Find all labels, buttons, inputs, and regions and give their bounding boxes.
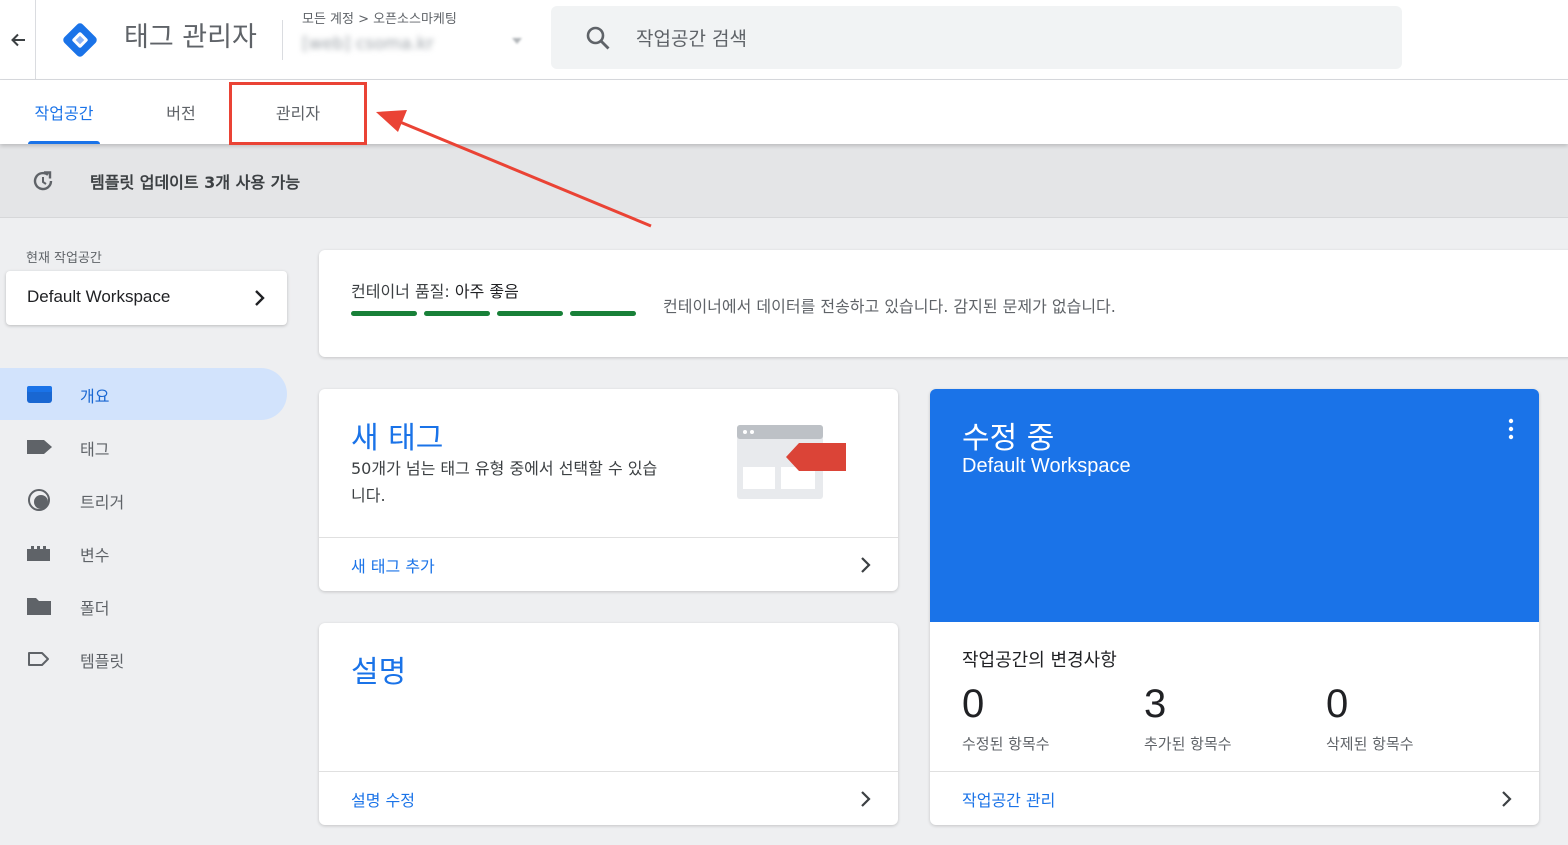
workspace-card-name: Default Workspace — [962, 455, 1131, 477]
stat-value: 0 — [962, 682, 985, 726]
workspace-changes-title: 작업공간의 변경사항 — [962, 650, 1117, 671]
sidebar-item-label: 개요 — [80, 387, 110, 406]
folder-icon — [27, 598, 51, 615]
quality-label: 컨테이너 품질: 아주 좋음 — [351, 278, 519, 302]
active-tab-indicator — [28, 141, 100, 144]
workspace-search[interactable]: 작업공간 검색 — [551, 6, 1402, 69]
workspace-card-title: 수정 중 — [962, 421, 1055, 456]
new-tag-illustration-icon — [737, 425, 846, 499]
sidebar-item-label: 태그 — [80, 440, 110, 459]
chevron-right-icon — [861, 557, 871, 573]
new-tag-card: 새 태그 50개가 넘는 태그 유형 중에서 선택할 수 있습니다. 새 태그 … — [319, 389, 898, 591]
description-card: 설명 설명 수정 — [319, 623, 898, 825]
quality-bar-segment — [570, 311, 636, 316]
tab-workspace[interactable]: 작업공간 — [28, 80, 100, 144]
chevron-right-icon — [1502, 791, 1512, 807]
quality-message: 컨테이너에서 데이터를 전송하고 있습니다. 감지된 문제가 없습니다. — [663, 297, 1116, 316]
sidebar-item-label: 트리거 — [80, 493, 125, 512]
current-workspace-label: 현재 작업공간 — [26, 251, 102, 266]
banner-text: 템플릿 업데이트 3개 사용 가능 — [90, 173, 301, 192]
container-quality-card: 컨테이너 품질: 아주 좋음 컨테이너에서 데이터를 전송하고 있습니다. 감지… — [319, 250, 1568, 357]
workspace-card-header: 수정 중 Default Workspace — [930, 389, 1539, 622]
chevron-right-icon — [255, 290, 265, 306]
stat-value: 0 — [1326, 682, 1349, 726]
container-selector[interactable]: [web] csoma.kr — [302, 34, 434, 54]
back-arrow-icon — [10, 33, 25, 47]
container-dropdown-caret-icon[interactable] — [512, 38, 522, 44]
header-divider — [282, 20, 283, 60]
sidebar-item-overview[interactable]: 개요 — [0, 368, 287, 420]
quality-meter — [351, 311, 636, 316]
new-tag-description: 50개가 넘는 태그 유형 중에서 선택할 수 있습니다. — [351, 459, 658, 505]
app-header: 태그 관리자 모든 계정 > 오픈소스마케팅 [web] csoma.kr 작업… — [0, 0, 1568, 80]
new-tag-title[interactable]: 새 태그 — [351, 413, 443, 457]
manage-workspace-link[interactable]: 작업공간 관리 — [962, 787, 1055, 811]
deleted-count: 0 삭제된 항목수 — [1326, 681, 1506, 754]
sidebar-item-label: 변수 — [80, 546, 110, 565]
quality-bar-segment — [497, 311, 563, 316]
sidebar-item-templates[interactable]: 템플릿 — [0, 633, 287, 685]
account-breadcrumb[interactable]: 모든 계정 > 오픈소스마케팅 — [302, 8, 457, 27]
chevron-right-icon — [861, 791, 871, 807]
more-vert-icon[interactable] — [1507, 417, 1515, 441]
edit-description-link[interactable]: 설명 수정 — [351, 787, 415, 811]
search-input[interactable]: 작업공간 검색 — [636, 24, 747, 51]
tab-versions[interactable]: 버전 — [140, 80, 222, 144]
sidebar-item-folders[interactable]: 폴더 — [0, 580, 287, 632]
sidebar-item-label: 폴더 — [80, 599, 110, 618]
quality-label-text: 컨테이너 품질: — [351, 282, 450, 301]
description-title: 설명 — [351, 655, 407, 690]
template-icon — [28, 652, 49, 666]
sidebar-item-triggers[interactable]: 트리거 — [0, 474, 287, 526]
sidebar-item-variables[interactable]: 변수 — [0, 527, 287, 579]
variable-icon — [27, 546, 50, 561]
stat-label: 삭제된 항목수 — [1326, 735, 1414, 753]
stat-label: 추가된 항목수 — [1144, 735, 1232, 753]
modified-count: 0 수정된 항목수 — [962, 681, 1142, 754]
add-new-tag-link[interactable]: 새 태그 추가 — [351, 553, 435, 577]
trigger-icon — [28, 489, 50, 511]
sidebar-item-tags[interactable]: 태그 — [0, 421, 287, 473]
tab-label: 작업공간 — [34, 104, 94, 123]
update-refresh-icon — [33, 171, 53, 191]
added-count: 3 추가된 항목수 — [1144, 681, 1324, 754]
overview-icon — [27, 386, 52, 403]
stat-label: 수정된 항목수 — [962, 735, 1050, 753]
annotation-highlight-box — [229, 82, 367, 145]
workspace-selector[interactable]: Default Workspace — [6, 271, 287, 325]
tag-manager-logo-icon — [63, 23, 97, 57]
template-update-banner[interactable]: 템플릿 업데이트 3개 사용 가능 — [0, 144, 1568, 218]
new-tag-footer[interactable]: 새 태그 추가 — [319, 537, 898, 591]
tag-icon — [27, 440, 52, 454]
back-button[interactable] — [0, 0, 36, 80]
quality-value: 아주 좋음 — [454, 282, 519, 301]
sidebar-item-label: 템플릿 — [80, 652, 125, 671]
tab-label: 버전 — [166, 104, 196, 123]
description-footer[interactable]: 설명 수정 — [319, 771, 898, 825]
search-icon — [586, 26, 610, 50]
workspace-status-card: 수정 중 Default Workspace 작업공간의 변경사항 0 수정된 … — [930, 389, 1539, 825]
quality-bar-segment — [424, 311, 490, 316]
stat-value: 3 — [1144, 682, 1167, 726]
workspace-name: Default Workspace — [27, 287, 171, 306]
workspace-card-footer[interactable]: 작업공간 관리 — [930, 771, 1539, 825]
app-title: 태그 관리자 — [124, 22, 257, 53]
quality-bar-segment — [351, 311, 417, 316]
